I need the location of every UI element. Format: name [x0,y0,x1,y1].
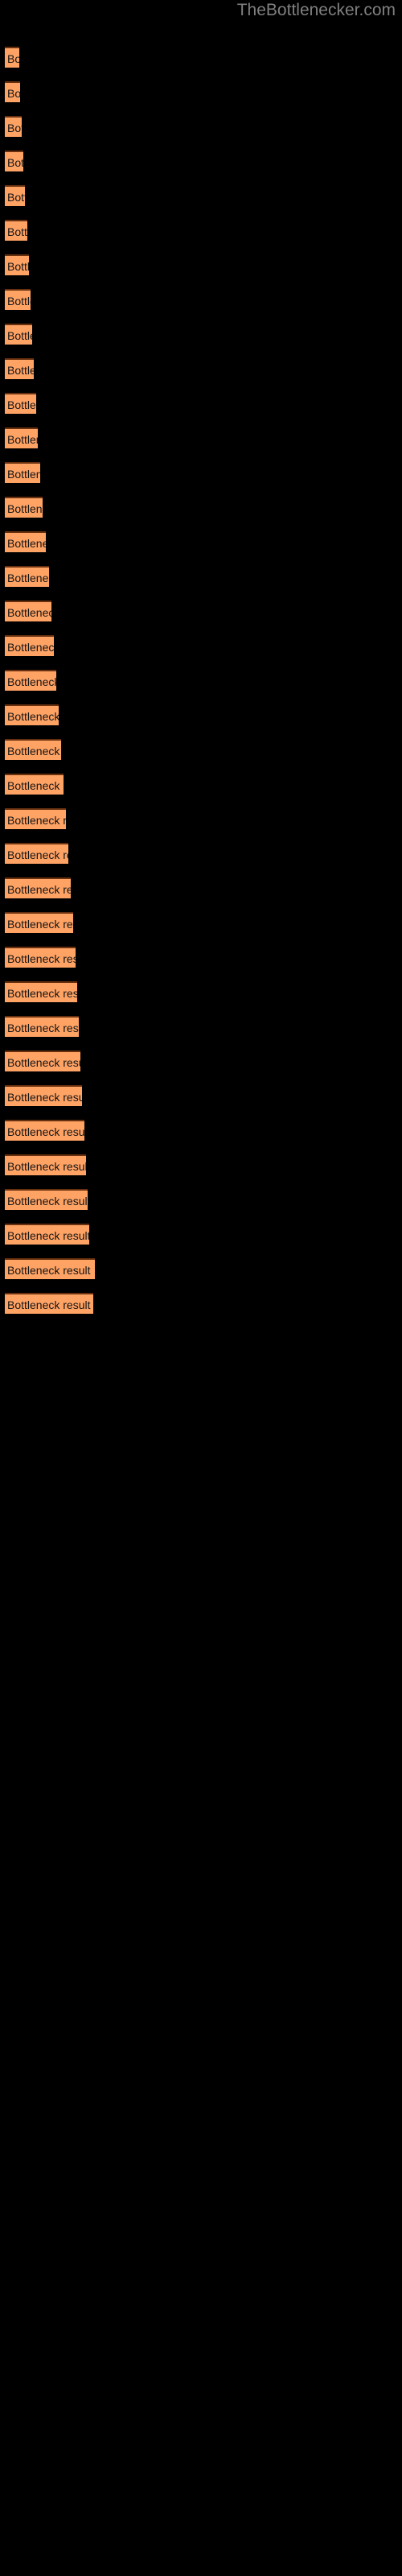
bar[interactable]: Bottleneck result [5,1085,82,1106]
bar[interactable]: Bottleneck result [5,116,22,137]
bar-label: Bottleneck result [7,641,54,654]
bar[interactable]: Bottleneck result [5,739,61,760]
bar[interactable]: Bottleneck result [5,566,49,587]
bar-label: Bottleneck result [7,329,32,342]
bar-label: Bottleneck result [7,433,38,446]
bar-label: Bottleneck result [7,987,77,1000]
bar[interactable]: Bottleneck result [5,81,20,102]
bar-label: Bottleneck result [7,918,73,931]
bar[interactable]: Bottleneck result [5,774,64,795]
bar[interactable]: Bottleneck result [5,531,46,552]
bar[interactable]: Bottleneck result [5,393,36,414]
bar-label: Bottleneck result [7,537,46,550]
bar[interactable]: Bottleneck result [5,497,43,518]
bar[interactable]: Bottleneck result [5,1189,88,1210]
bar-label: Bottleneck result [7,848,68,861]
bar-label: Bottleneck result [7,779,64,792]
bar[interactable]: Bottleneck result [5,358,34,379]
bar-label: Bottleneck result [7,468,40,481]
bar-label: Bottleneck result [7,225,27,238]
bar[interactable]: Bottleneck result [5,670,56,691]
bar-label: Bottleneck result [7,710,59,723]
bar[interactable]: Bottleneck result [5,1154,86,1175]
bar[interactable]: Bottleneck result [5,427,38,448]
bar[interactable]: Bottleneck result [5,289,31,310]
bar-label: Bottleneck result [7,1160,86,1173]
bar[interactable]: Bottleneck result [5,1258,95,1279]
bar[interactable]: Bottleneck result [5,981,77,1002]
bar[interactable]: Bottleneck result [5,324,32,345]
bar[interactable]: Bottleneck result [5,877,71,898]
bar[interactable]: Bottleneck result [5,1293,93,1314]
bar-label: Bottleneck result [7,52,19,65]
bar-label: Bottleneck result [7,1125,84,1138]
bar-label: Bottleneck result [7,606,51,619]
bar[interactable]: Bottleneck result [5,1120,84,1141]
bar[interactable]: Bottleneck result [5,1051,80,1071]
chart-page: TheBottlenecker.com Bottleneck resultBot… [0,0,402,2576]
bar[interactable]: Bottleneck result [5,843,68,864]
bar-label: Bottleneck result [7,572,49,584]
bar[interactable]: Bottleneck result [5,704,59,725]
bar[interactable]: Bottleneck result [5,151,23,171]
bar-label: Bottleneck result [7,1195,88,1208]
bar[interactable]: Bottleneck result [5,462,40,483]
bar-label: Bottleneck result [7,952,76,965]
bar[interactable]: Bottleneck result [5,808,66,829]
bar-label: Bottleneck result [7,1229,89,1242]
bar-label: Bottleneck result [7,1298,91,1311]
bar[interactable]: Bottleneck result [5,185,25,206]
bar[interactable]: Bottleneck result [5,601,51,621]
bar[interactable]: Bottleneck result [5,912,73,933]
bar-label: Bottleneck result [7,1264,91,1277]
bar-label: Bottleneck result [7,1022,79,1034]
bar-label: Bottleneck result [7,675,56,688]
bar-label: Bottleneck result [7,295,31,308]
bar-label: Bottleneck result [7,156,23,169]
bar-label: Bottleneck result [7,260,29,273]
bar[interactable]: Bottleneck result [5,1224,89,1245]
bar[interactable]: Bottleneck result [5,947,76,968]
bar-label: Bottleneck result [7,745,61,758]
bar-label: Bottleneck result [7,1056,80,1069]
plot-area: Bottleneck result Bottleneck result Bottle… [0,0,402,2576]
bar-label: Bottleneck result [7,191,25,204]
bar-label: Bottleneck result [7,364,34,377]
bar-label: Bottleneck result [7,814,66,827]
bar-label: Bottleneck result [7,1091,82,1104]
bar-label: Bottleneck result [7,398,36,411]
bar[interactable]: Bottleneck result [5,635,54,656]
bar-label: Bottleneck result [7,87,20,100]
bar[interactable]: Bottleneck result [5,254,29,275]
bar-label: Bottleneck result [7,122,22,134]
bar[interactable]: Bottleneck result [5,220,27,241]
bar[interactable]: Bottleneck result [5,1016,79,1037]
bar-label: Bottleneck result [7,883,71,896]
bar-label: Bottleneck result [7,502,43,515]
bar[interactable]: Bottleneck result [5,47,19,68]
